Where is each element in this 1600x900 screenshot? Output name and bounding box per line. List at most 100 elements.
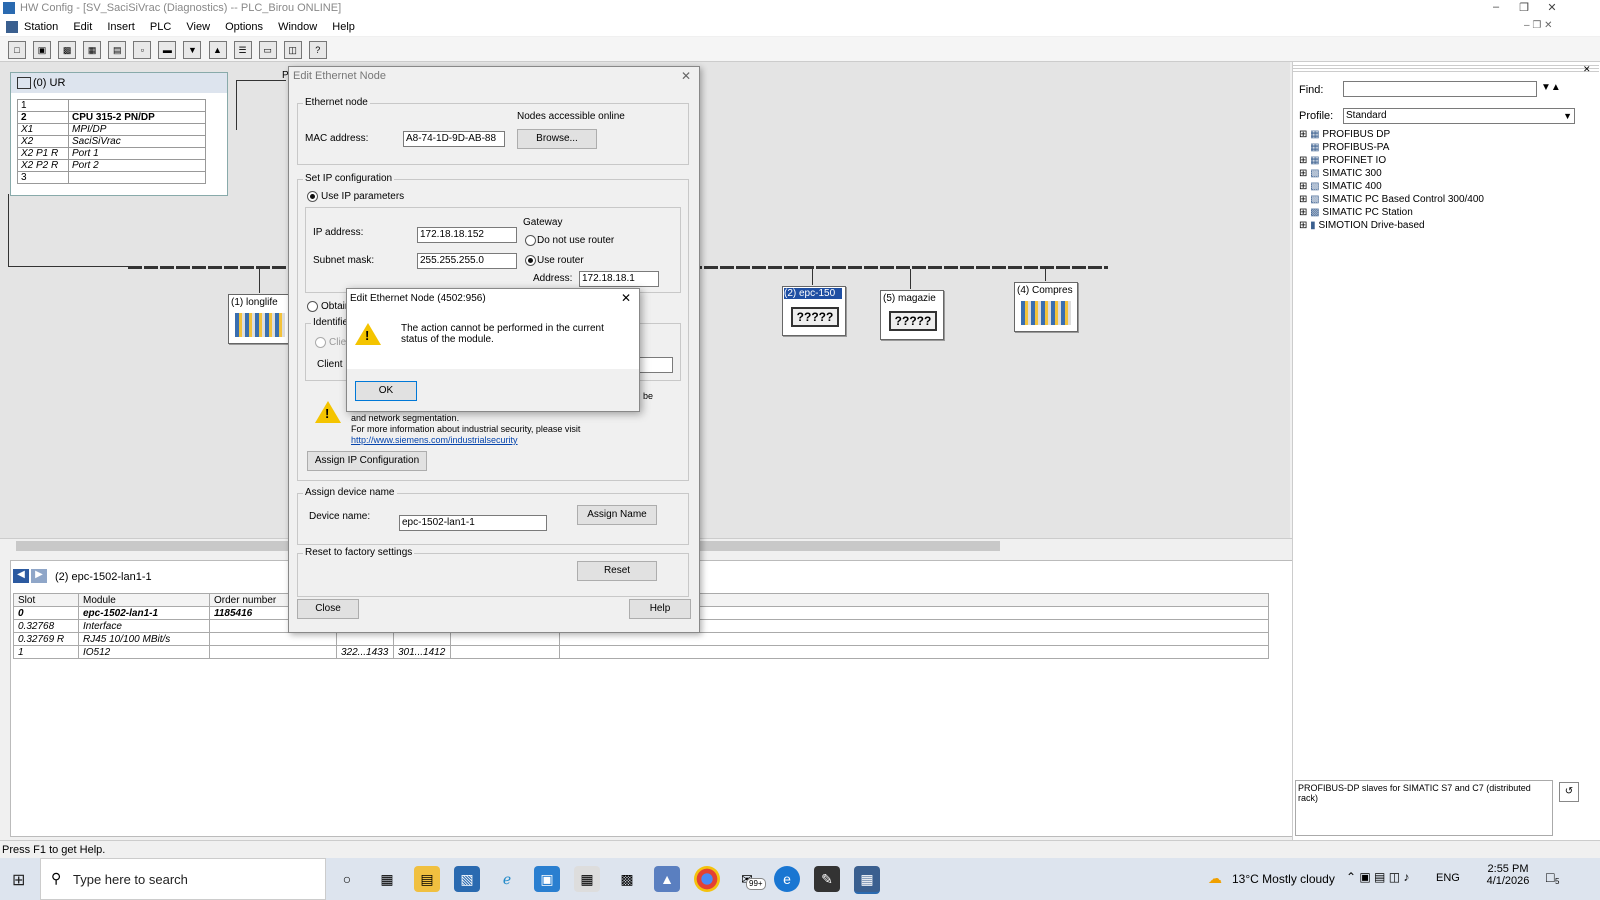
rack-row[interactable]: X1 MPI/DP (17, 123, 206, 136)
tree-item-profinet-io[interactable]: ⊞ ▦ PROFINET IO (1299, 154, 1484, 167)
ie-icon[interactable]: ℯ (494, 866, 520, 892)
windows-start-icon[interactable]: ⊞ (12, 870, 25, 890)
taskbar-search[interactable]: ⚲ Type here to search (40, 858, 326, 900)
subnet-mask-input[interactable]: 255.255.255.0 (417, 253, 517, 269)
store-icon[interactable]: ▧ (454, 866, 480, 892)
no-router-radio[interactable] (525, 235, 536, 246)
message-close-icon[interactable]: ✕ (621, 291, 631, 305)
catalog-info-icon[interactable]: ↺ (1559, 782, 1579, 802)
tree-item-pc-station[interactable]: ⊞ ▩ SIMATIC PC Station (1299, 206, 1484, 219)
menu-plc[interactable]: PLC (150, 18, 171, 36)
browse-button[interactable]: Browse... (517, 129, 597, 149)
table-row[interactable]: 0.32769 R RJ45 10/100 MBit/s (13, 632, 1269, 646)
network-icon[interactable]: ◫ (283, 41, 302, 59)
catalog-icon[interactable]: ☰ (233, 41, 252, 59)
device-node-epc[interactable]: (2) epc-150 ????? (782, 286, 846, 336)
find-input[interactable] (1343, 81, 1537, 97)
weather-icon[interactable]: ☁ (1208, 870, 1222, 887)
download-icon[interactable]: ▼ (183, 41, 202, 59)
chrome-icon[interactable] (694, 866, 720, 892)
device-name-input[interactable]: epc-1502-lan1-1 (399, 515, 547, 531)
panel-grip[interactable] (1293, 64, 1599, 72)
cortana-icon[interactable]: ○ (334, 866, 360, 892)
rack-row[interactable]: 1 (17, 99, 206, 112)
new-icon[interactable]: □ (8, 41, 26, 59)
menu-window[interactable]: Window (278, 18, 317, 36)
menu-insert[interactable]: Insert (107, 18, 135, 36)
back-arrow-icon[interactable]: ◀ (13, 569, 29, 583)
use-router-radio[interactable] (525, 255, 536, 266)
menu-options[interactable]: Options (225, 18, 263, 36)
rack-row[interactable]: 2 CPU 315-2 PN/DP (17, 111, 206, 124)
app-icon[interactable]: ▣ (534, 866, 560, 892)
mac-address-input[interactable]: A8-74-1D-9D-AB-88 (403, 131, 505, 147)
mdi-controls[interactable]: – ❐ ✕ (1524, 20, 1552, 31)
window-icon[interactable]: ▭ (258, 41, 277, 59)
forward-arrow-icon[interactable]: ▶ (31, 569, 47, 583)
copy-icon[interactable]: ▫ (133, 41, 152, 59)
app-icon[interactable]: ✎ (814, 866, 840, 892)
table-row[interactable]: 1 IO512 322...1433 301...1412 (13, 645, 1269, 659)
weather-text[interactable]: 13°C Mostly cloudy (1232, 872, 1335, 886)
client-id-radio[interactable] (315, 337, 326, 348)
reset-button[interactable]: Reset (577, 561, 657, 581)
tree-item-pc-based[interactable]: ⊞ ▧ SIMATIC PC Based Control 300/400 (1299, 193, 1484, 206)
use-ip-radio[interactable] (307, 191, 318, 202)
device-node-magazie[interactable]: (5) magazie ????? (880, 290, 944, 340)
simatic-manager-icon[interactable]: ▩ (614, 866, 640, 892)
calculator-icon[interactable]: ▦ (574, 866, 600, 892)
find-next-icon[interactable]: ▼▲ (1541, 82, 1561, 93)
menu-view[interactable]: View (186, 18, 210, 36)
clock[interactable]: 2:55 PM 4/1/2026 (1478, 863, 1538, 887)
edge-icon[interactable]: e (774, 866, 800, 892)
close-window-button[interactable]: ✕ (1540, 1, 1564, 16)
device-node-longlife[interactable]: (1) longlife (228, 294, 292, 344)
dialog-close-icon[interactable]: ✕ (681, 69, 691, 83)
router-address-input[interactable]: 172.18.18.1 (579, 271, 659, 287)
tree-item-simatic-300[interactable]: ⊞ ▧ SIMATIC 300 (1299, 167, 1484, 180)
tree-item-profibus-pa[interactable]: ▦ PROFIBUS-PA (1299, 141, 1484, 154)
rack-row[interactable]: 3 (17, 171, 206, 184)
compile-icon[interactable]: ▦ (83, 41, 102, 59)
save-icon[interactable]: ▩ (58, 41, 77, 59)
module-icon (235, 313, 285, 337)
hw-config-taskbar-icon[interactable]: ▦ (854, 866, 880, 894)
help-button[interactable]: Help (629, 599, 691, 619)
restore-button[interactable]: ❐ (1512, 1, 1536, 16)
assign-name-button[interactable]: Assign Name (577, 505, 657, 525)
file-explorer-icon[interactable]: ▤ (414, 866, 440, 892)
minimize-button[interactable]: – (1484, 1, 1508, 16)
open-icon[interactable]: ▣ (33, 41, 52, 59)
notification-icon[interactable]: □ 5 (1546, 869, 1559, 886)
help-icon[interactable]: ? (308, 41, 327, 59)
rack-ur[interactable]: (0) UR 1 2 CPU 315-2 PN/DP X1 MPI/DP X2 Sac… (10, 72, 228, 196)
col-module[interactable]: Module (78, 593, 210, 607)
close-button[interactable]: Close (297, 599, 359, 619)
tree-item-simotion[interactable]: ⊞ ▮ SIMOTION Drive-based (1299, 219, 1484, 232)
assign-ip-button[interactable]: Assign IP Configuration (307, 451, 427, 471)
obtain-radio[interactable] (307, 301, 318, 312)
col-slot[interactable]: Slot (13, 593, 79, 607)
upload-icon[interactable]: ▲ (208, 41, 227, 59)
paste-icon[interactable]: ▬ (158, 41, 177, 59)
tray-icons[interactable]: ⌃ ▣ ▤ ◫ ♪ (1346, 870, 1409, 884)
rack-row[interactable]: X2 P2 R Port 2 (17, 159, 206, 172)
task-view-icon[interactable]: ▦ (374, 866, 400, 892)
menu-edit[interactable]: Edit (73, 18, 92, 36)
ip-address-input[interactable]: 172.18.18.152 (417, 227, 517, 243)
tree-item-profibus-dp[interactable]: ⊞ ▦ PROFIBUS DP (1299, 128, 1484, 141)
rack-row[interactable]: X2 P1 R Port 1 (17, 147, 206, 160)
rack-row[interactable]: X2 SaciSiVrac (17, 135, 206, 148)
mail-icon[interactable]: ✉ 99+ (734, 866, 766, 892)
print-icon[interactable]: ▤ (108, 41, 127, 59)
device-node-compres[interactable]: (4) Compres (1014, 282, 1078, 332)
panel-close-icon[interactable]: ✕ (1583, 64, 1591, 75)
menu-help[interactable]: Help (332, 18, 355, 36)
ok-button[interactable]: OK (355, 381, 417, 401)
language-indicator[interactable]: ENG (1436, 872, 1460, 884)
profile-select[interactable]: Standard ▼ (1343, 108, 1575, 124)
app-icon[interactable]: ▲ (654, 866, 680, 892)
tree-item-simatic-400[interactable]: ⊞ ▧ SIMATIC 400 (1299, 180, 1484, 193)
menu-station[interactable]: Station (24, 18, 58, 36)
security-link[interactable]: http://www.siemens.com/industrialsecurit… (351, 435, 518, 445)
